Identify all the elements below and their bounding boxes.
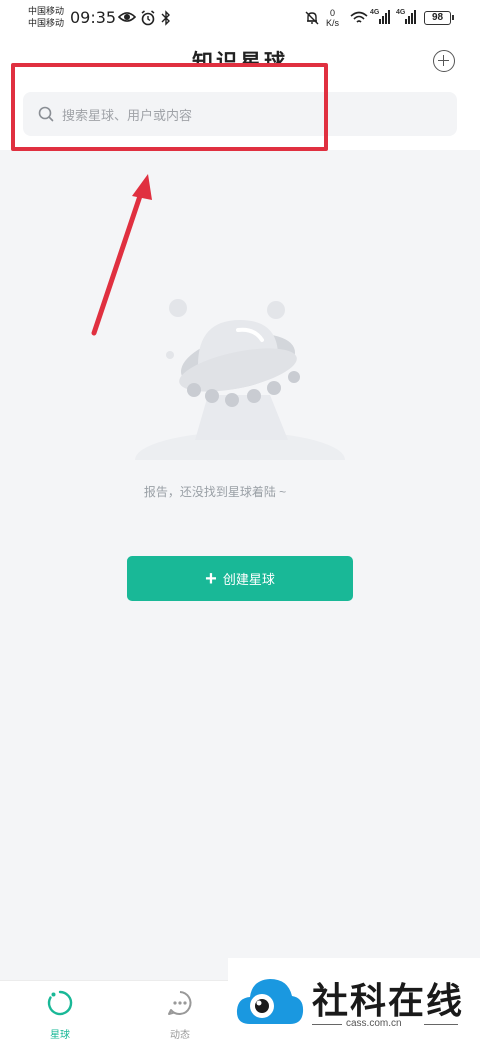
watermark-url: cass.com.cn (346, 1018, 402, 1029)
create-planet-label: 创建星球 (222, 572, 275, 587)
status-time: 09:35 (70, 8, 117, 27)
tab-planet[interactable]: 星球 (30, 989, 90, 1040)
cloud-logo-icon (236, 979, 304, 1024)
plus-icon: + (205, 567, 217, 590)
bluetooth-icon (161, 10, 170, 26)
eye-icon (118, 12, 136, 22)
tab-planet-label: 星球 (50, 1030, 70, 1040)
signal-2-icon: 4G (396, 9, 418, 25)
tab-activity[interactable]: 动态 (150, 989, 210, 1040)
alarm-icon (141, 10, 155, 26)
status-bar: 中国移动 中国移动 09:35 0 K/s 4G 4G 98 (0, 0, 480, 36)
empty-message: 报告，还没找到星球着陆 ~ (143, 485, 287, 499)
net-speed-value: 0 (330, 8, 336, 18)
highlight-box (11, 63, 328, 151)
carrier-1: 中国移动 (28, 6, 65, 16)
watermark-brand: 社科在线 (312, 981, 465, 1022)
create-planet-button[interactable]: + 创建星球 (127, 556, 353, 601)
mute-icon (305, 11, 319, 25)
watermark: 社科在线 cass.com.cn (228, 958, 480, 1040)
carrier-2: 中国移动 (28, 18, 65, 28)
net-speed-unit: K/s (326, 18, 340, 28)
wifi-icon (350, 11, 368, 23)
carrier-labels: 中国移动 中国移动 (28, 5, 64, 29)
planet-tab-icon (47, 990, 73, 1016)
ufo-illustration (130, 299, 350, 480)
chat-bubble-icon (168, 991, 192, 1015)
tab-activity-label: 动态 (170, 1030, 190, 1040)
watermark-divider-right (424, 1024, 458, 1025)
battery-indicator: 98 (424, 11, 454, 25)
add-button[interactable] (433, 50, 455, 72)
signal-1-icon: 4G (370, 9, 392, 25)
watermark-divider-left (312, 1024, 342, 1025)
net-speed: 0 K/s (326, 8, 339, 28)
